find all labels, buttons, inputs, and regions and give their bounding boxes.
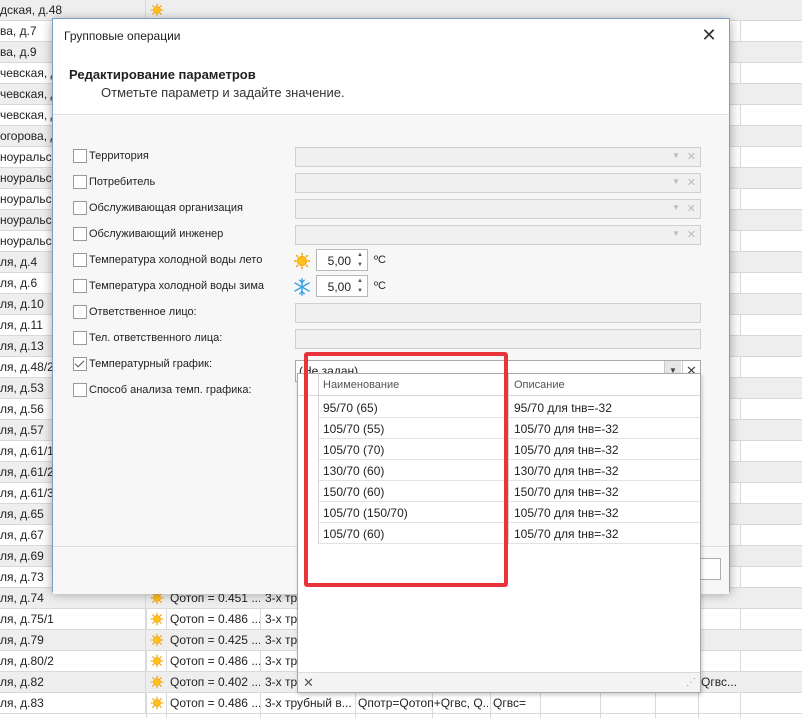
clear-icon[interactable]: ✕ xyxy=(687,202,696,215)
param-label: Обслуживающий инженер xyxy=(89,228,224,240)
table-cell: Qотоп = 0.425 ... xyxy=(170,633,260,647)
param-checkbox[interactable] xyxy=(73,201,87,215)
param-checkbox[interactable] xyxy=(73,305,87,319)
temperature-spinner[interactable]: 5,00 ▲ ▼ xyxy=(316,275,368,297)
clear-icon[interactable]: ✕ xyxy=(687,176,696,189)
address-cell: ля, д.83 xyxy=(0,693,146,714)
chevron-down-icon[interactable]: ▼ xyxy=(355,286,365,296)
param-row: Потребитель ▼ ✕ xyxy=(73,173,713,193)
sun-icon xyxy=(150,675,164,689)
dialog-title: Групповые операции xyxy=(64,29,181,43)
address-cell: ля, д.75/1 xyxy=(0,609,146,630)
param-checkbox[interactable] xyxy=(73,253,87,267)
param-label: Ответственное лицо: xyxy=(89,306,197,318)
table-row[interactable]: ля, д.83 Qотоп = 0.486 ... 3-х трубный в..… xyxy=(0,693,802,714)
param-label: Тел. ответственного лица: xyxy=(89,332,223,344)
table-cell: Qгвс... xyxy=(701,675,737,689)
table-cell: Qотоп = 0.486 ... xyxy=(170,696,260,710)
spinner-value: 5,00 xyxy=(327,254,351,268)
param-label: Способ анализа темп. графика: xyxy=(89,384,252,396)
param-label: Территория xyxy=(89,150,149,162)
param-label: Обслуживающая организация xyxy=(89,202,243,214)
table-cell: Qотоп = 0.486 ... xyxy=(170,612,260,626)
chevron-down-icon[interactable]: ▼ xyxy=(672,203,680,212)
sun-icon xyxy=(293,252,311,270)
sun-icon xyxy=(150,633,164,647)
table-cell: Qпотр=Qотоп+Qгвс, Q... xyxy=(358,696,488,710)
graph-description: 105/70 для tнв=-32 xyxy=(514,527,619,541)
param-checkbox[interactable] xyxy=(73,175,87,189)
resize-grip-icon[interactable]: ⋰ xyxy=(686,677,696,688)
table-cell: Qотоп = 0.402 ... xyxy=(170,675,260,689)
graph-description: 130/70 для tнв=-32 xyxy=(514,464,619,478)
snowflake-icon xyxy=(293,278,311,296)
table-cell: Qотоп = 0.486 ... xyxy=(170,654,260,668)
param-text-field[interactable] xyxy=(295,329,701,349)
graph-description: 150/70 для tнв=-32 xyxy=(514,485,619,499)
sun-icon xyxy=(150,696,164,710)
graph-description: 105/70 для tнв=-32 xyxy=(514,443,619,457)
param-row: Температура холодной воды зима 5,00 ▲ ▼ ºC xyxy=(73,275,713,297)
chevron-down-icon[interactable]: ▼ xyxy=(672,229,680,238)
clear-icon[interactable]: ✕ xyxy=(687,150,696,163)
column-header-description[interactable]: Описание xyxy=(514,379,565,391)
dropdown-footer: ✕ ⋰ xyxy=(298,672,700,692)
dialog-subheading: Отметьте параметр и задайте значение. xyxy=(101,85,345,100)
param-row: Обслуживающий инженер ▼ ✕ xyxy=(73,225,713,245)
chevron-down-icon[interactable]: ▼ xyxy=(672,177,680,186)
column-divider xyxy=(508,374,509,544)
param-combo[interactable]: ▼ ✕ xyxy=(295,225,701,245)
sun-icon xyxy=(150,3,164,17)
param-combo[interactable]: ▼ ✕ xyxy=(295,173,701,193)
graph-description: 105/70 для tнв=-32 xyxy=(514,422,619,436)
param-checkbox[interactable] xyxy=(73,279,87,293)
param-label: Температурный график: xyxy=(89,358,212,370)
chevron-up-icon[interactable]: ▲ xyxy=(355,250,365,260)
close-icon[interactable]: ✕ xyxy=(699,25,719,45)
param-checkbox[interactable] xyxy=(73,331,87,345)
table-cell: 3-х трубный в... xyxy=(265,696,352,710)
dialog-heading: Редактирование параметров xyxy=(69,67,256,82)
address-cell: ля, д.80/2 xyxy=(0,651,146,672)
param-row: Территория ▼ ✕ xyxy=(73,147,713,167)
param-checkbox[interactable] xyxy=(73,383,87,397)
param-combo[interactable]: ▼ ✕ xyxy=(295,147,701,167)
graph-description: 95/70 для tнв=-32 xyxy=(514,401,612,415)
highlight-annotation xyxy=(304,352,508,587)
sun-icon xyxy=(150,654,164,668)
param-checkbox[interactable] xyxy=(73,227,87,241)
param-label: Потребитель xyxy=(89,176,156,188)
param-checkbox[interactable] xyxy=(73,149,87,163)
table-cell: Qгвс= xyxy=(493,696,526,710)
dialog-header: Редактирование параметров Отметьте парам… xyxy=(53,51,729,115)
dialog-titlebar: Групповые операции ✕ xyxy=(53,19,729,51)
chevron-up-icon[interactable]: ▲ xyxy=(355,276,365,286)
unit-label: ºC xyxy=(374,254,386,266)
graph-description: 105/70 для tнв=-32 xyxy=(514,506,619,520)
close-icon[interactable]: ✕ xyxy=(303,675,314,691)
param-combo[interactable]: ▼ ✕ xyxy=(295,199,701,219)
param-label: Температура холодной воды зима xyxy=(89,280,265,292)
param-row: Обслуживающая организация ▼ ✕ xyxy=(73,199,713,219)
chevron-down-icon[interactable]: ▼ xyxy=(672,151,680,160)
temperature-spinner[interactable]: 5,00 ▲ ▼ xyxy=(316,249,368,271)
clear-icon[interactable]: ✕ xyxy=(687,228,696,241)
unit-label: ºC xyxy=(374,280,386,292)
address-cell: ля, д.79 xyxy=(0,630,146,651)
sun-icon xyxy=(150,612,164,626)
param-row: Тел. ответственного лица: xyxy=(73,329,713,349)
param-text-field[interactable] xyxy=(295,303,701,323)
param-label: Температура холодной воды лето xyxy=(89,254,263,266)
spinner-value: 5,00 xyxy=(327,280,351,294)
param-row: Температура холодной воды лето 5,00 ▲ ▼ ºC xyxy=(73,249,713,271)
param-checkbox[interactable] xyxy=(73,357,87,371)
chevron-down-icon[interactable]: ▼ xyxy=(355,260,365,270)
param-row: Ответственное лицо: xyxy=(73,303,713,323)
address-cell: ля, д.82 xyxy=(0,672,146,693)
